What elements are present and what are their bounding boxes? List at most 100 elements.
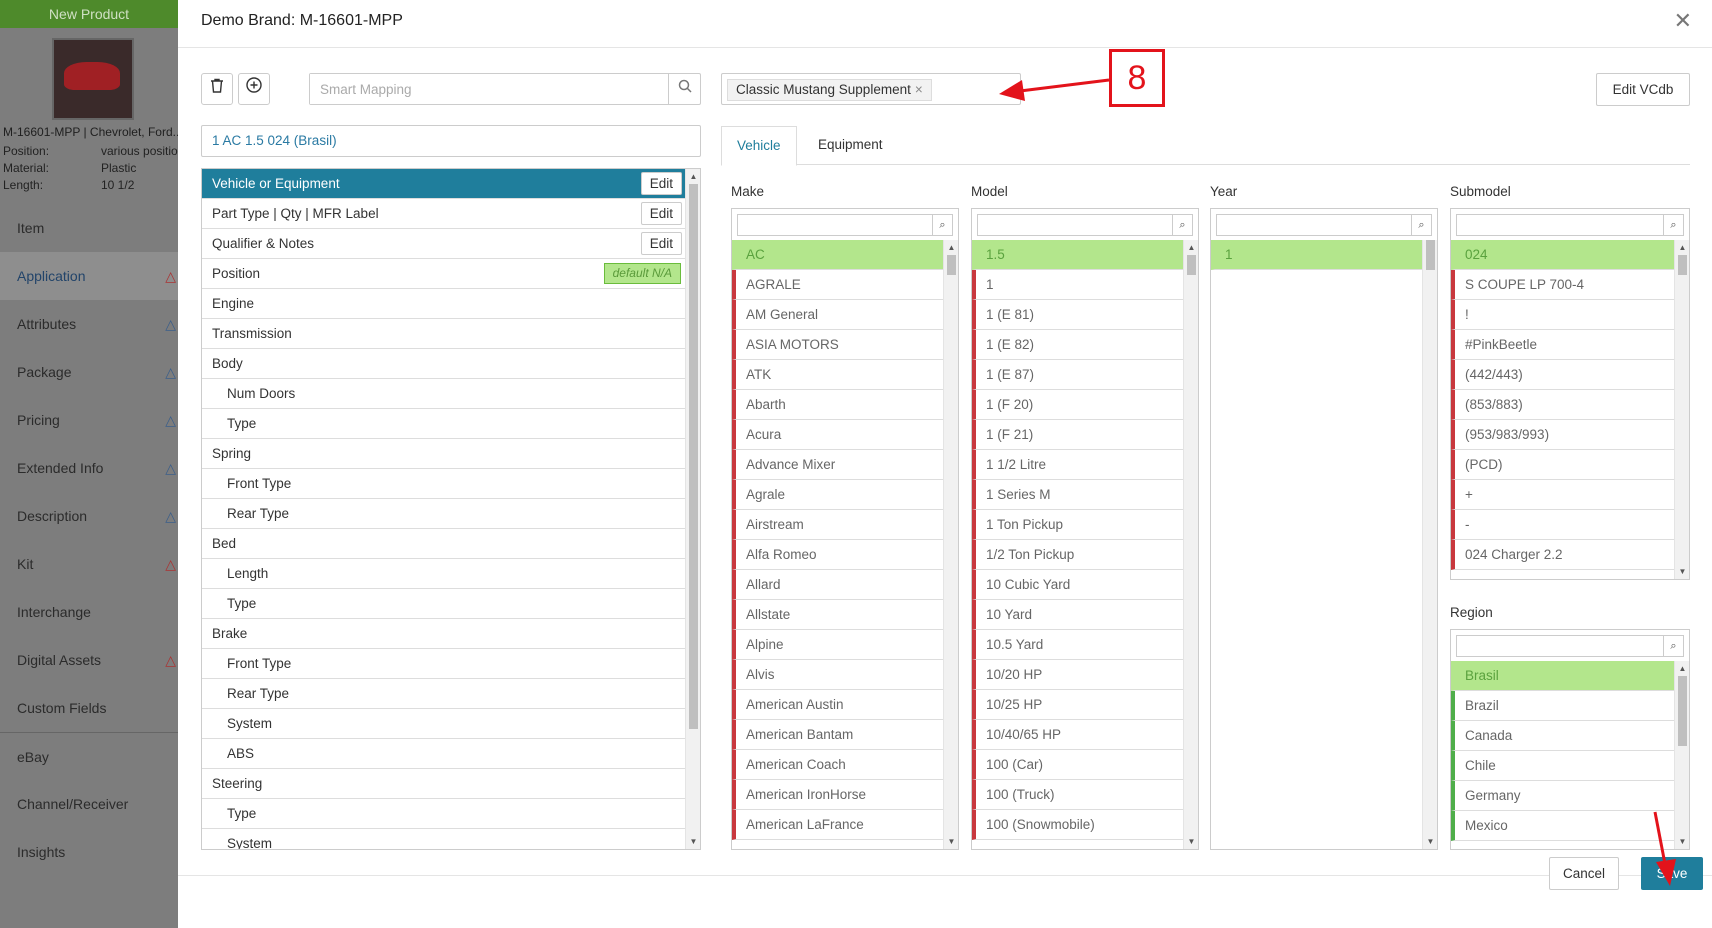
close-icon[interactable]: ✕ — [1674, 8, 1692, 34]
scrollbar[interactable]: ▲▼ — [1183, 240, 1198, 849]
scrollbar[interactable]: ▲▼ — [943, 240, 958, 849]
submodel-option[interactable]: (853/883) — [1451, 390, 1674, 420]
field-row[interactable]: Vehicle or Equipment Edit — [202, 169, 686, 199]
vcdb-tag-input[interactable]: Classic Mustang Supplement × — [721, 73, 1021, 105]
submodel-option[interactable]: #PinkBeetle — [1451, 330, 1674, 360]
region-option[interactable]: Germany — [1451, 781, 1674, 811]
field-row[interactable]: Front Type — [202, 649, 686, 679]
region-filter-input[interactable]: ⌕ — [1456, 635, 1684, 657]
add-button[interactable] — [238, 73, 270, 105]
year-filter-input[interactable]: ⌕ — [1216, 214, 1432, 236]
field-row[interactable]: Engine — [202, 289, 686, 319]
sidebar-item-package[interactable]: Package △ — [0, 348, 178, 396]
make-option[interactable]: Alfa Romeo — [732, 540, 943, 570]
model-option[interactable]: 100 (Car) — [972, 750, 1183, 780]
make-option[interactable]: AGRALE — [732, 270, 943, 300]
make-option[interactable]: AC — [732, 240, 943, 270]
make-option[interactable]: ATK — [732, 360, 943, 390]
field-row[interactable]: Front Type — [202, 469, 686, 499]
search-icon[interactable]: ⌕ — [1663, 215, 1683, 235]
sidebar-item-interchange[interactable]: Interchange — [0, 588, 178, 636]
sidebar-item-application[interactable]: Application △ — [0, 252, 178, 300]
field-row[interactable]: Steering — [202, 769, 686, 799]
sidebar-item-insights[interactable]: Insights — [0, 828, 178, 876]
tab-vehicle[interactable]: Vehicle — [721, 126, 797, 166]
model-option[interactable]: 10 Cubic Yard — [972, 570, 1183, 600]
make-option[interactable]: American IronHorse — [732, 780, 943, 810]
model-filter-input[interactable]: ⌕ — [977, 214, 1193, 236]
field-row[interactable]: ABS — [202, 739, 686, 769]
search-icon[interactable]: ⌕ — [1411, 215, 1431, 235]
field-row[interactable]: Rear Type — [202, 679, 686, 709]
make-option[interactable]: Alpine — [732, 630, 943, 660]
make-option[interactable]: Agrale — [732, 480, 943, 510]
model-option[interactable]: 10/25 HP — [972, 690, 1183, 720]
make-option[interactable]: American Coach — [732, 750, 943, 780]
edit-button[interactable]: Edit — [640, 172, 682, 195]
make-option[interactable]: Abarth — [732, 390, 943, 420]
field-row[interactable]: Type — [202, 799, 686, 829]
field-row[interactable]: System — [202, 829, 686, 849]
submodel-option[interactable]: (PCD) — [1451, 450, 1674, 480]
make-option[interactable]: Allard — [732, 570, 943, 600]
make-option[interactable]: American Austin — [732, 690, 943, 720]
model-option[interactable]: 10.5 Yard — [972, 630, 1183, 660]
field-row[interactable]: Transmission — [202, 319, 686, 349]
sidebar-item-attributes[interactable]: Attributes △ — [0, 300, 178, 348]
submodel-option[interactable]: - — [1451, 510, 1674, 540]
make-option[interactable]: Advance Mixer — [732, 450, 943, 480]
field-row[interactable]: Num Doors — [202, 379, 686, 409]
make-option[interactable]: AM General — [732, 300, 943, 330]
model-option[interactable]: 100 (Truck) — [972, 780, 1183, 810]
model-option[interactable]: 1 (E 87) — [972, 360, 1183, 390]
region-option[interactable]: Brasil — [1451, 661, 1674, 691]
model-option[interactable]: 1 Ton Pickup — [972, 510, 1183, 540]
year-option[interactable]: 1 — [1211, 240, 1422, 270]
field-row[interactable]: Body — [202, 349, 686, 379]
scrollbar[interactable]: ▲▼ — [685, 169, 700, 849]
search-icon[interactable]: ⌕ — [1663, 636, 1683, 656]
model-option[interactable]: 1 (F 21) — [972, 420, 1183, 450]
edit-vcdb-button[interactable]: Edit VCdb — [1596, 73, 1690, 106]
region-option[interactable]: Chile — [1451, 751, 1674, 781]
field-row[interactable]: Length — [202, 559, 686, 589]
model-option[interactable]: 10 Yard — [972, 600, 1183, 630]
smart-mapping-input[interactable] — [310, 74, 668, 104]
model-option[interactable]: 1 1/2 Litre — [972, 450, 1183, 480]
region-option[interactable]: Mexico — [1451, 811, 1674, 841]
sidebar-item-extended-info[interactable]: Extended Info △ — [0, 444, 178, 492]
submodel-option[interactable]: + — [1451, 480, 1674, 510]
submodel-option[interactable]: S COUPE LP 700-4 — [1451, 270, 1674, 300]
new-product-button[interactable]: New Product — [0, 0, 178, 28]
make-option[interactable]: Alvis — [732, 660, 943, 690]
model-option[interactable]: 1.5 — [972, 240, 1183, 270]
submodel-option[interactable]: (442/443) — [1451, 360, 1674, 390]
scrollbar[interactable]: ▲▼ — [1674, 661, 1689, 849]
sidebar-item-kit[interactable]: Kit △ — [0, 540, 178, 588]
submodel-option[interactable]: (953/983/993) — [1451, 420, 1674, 450]
submodel-filter-input[interactable]: ⌕ — [1456, 214, 1684, 236]
make-option[interactable]: Airstream — [732, 510, 943, 540]
model-option[interactable]: 10/20 HP — [972, 660, 1183, 690]
make-option[interactable]: Acura — [732, 420, 943, 450]
sidebar-item-channel-receiver[interactable]: Channel/Receiver — [0, 780, 178, 828]
field-row[interactable]: Spring — [202, 439, 686, 469]
save-button[interactable]: Save — [1641, 857, 1703, 890]
field-row[interactable]: Bed — [202, 529, 686, 559]
edit-button[interactable]: Edit — [640, 202, 682, 225]
cancel-button[interactable]: Cancel — [1549, 857, 1619, 890]
field-row[interactable]: Rear Type — [202, 499, 686, 529]
submodel-option[interactable]: 024 — [1451, 240, 1674, 270]
edit-button[interactable]: Edit — [640, 232, 682, 255]
sidebar-item-description[interactable]: Description △ — [0, 492, 178, 540]
field-row[interactable]: System — [202, 709, 686, 739]
sidebar-item-digital-assets[interactable]: Digital Assets △ — [0, 636, 178, 684]
tag-remove-icon[interactable]: × — [915, 82, 923, 97]
sidebar-item-item[interactable]: Item — [0, 204, 178, 252]
search-button[interactable] — [668, 74, 700, 104]
field-row[interactable]: Type — [202, 589, 686, 619]
make-option[interactable]: American Bantam — [732, 720, 943, 750]
sidebar-item-pricing[interactable]: Pricing △ — [0, 396, 178, 444]
sidebar-item-custom-fields[interactable]: Custom Fields — [0, 684, 178, 732]
scrollbar[interactable]: ▲▼ — [1674, 240, 1689, 579]
